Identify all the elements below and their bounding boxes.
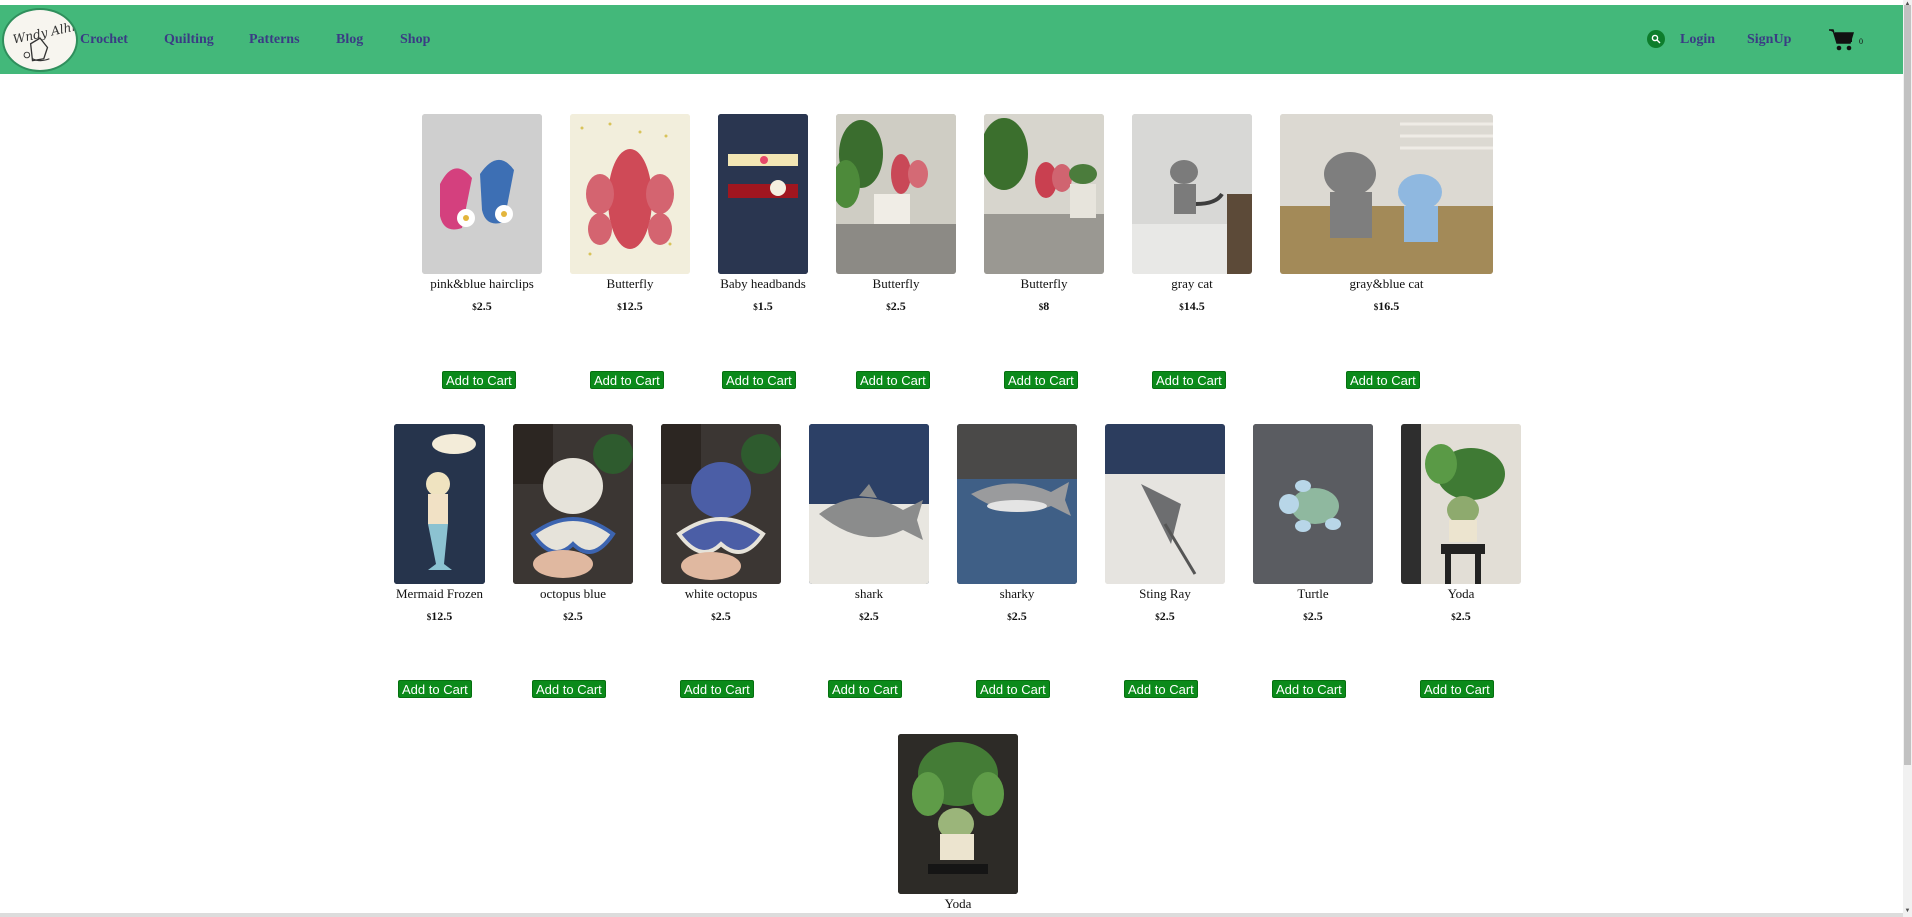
product-price: $2.5 — [1303, 609, 1323, 623]
vertical-scrollbar[interactable]: ▲ ▼ — [1903, 0, 1912, 917]
cart-icon[interactable] — [1828, 27, 1856, 53]
stingray-photo[interactable] — [1105, 424, 1225, 584]
add-to-cart-button[interactable]: Add to Cart — [398, 680, 472, 698]
yoda-large-photo[interactable] — [898, 734, 1018, 894]
login-link[interactable]: Login — [1680, 32, 1715, 48]
product-price: $16.5 — [1373, 299, 1400, 313]
add-to-cart-button[interactable]: Add to Cart — [1420, 680, 1494, 698]
signup-link[interactable]: SignUp — [1747, 32, 1791, 48]
nav-quilting[interactable]: Quilting — [164, 32, 214, 48]
butterfly-shelf-photo[interactable] — [984, 114, 1104, 274]
product-price: $14.5 — [1179, 299, 1205, 313]
shark-photo[interactable] — [809, 424, 929, 584]
cats-photo[interactable] — [1280, 114, 1493, 274]
product-price: $12.5 — [426, 609, 453, 623]
gray-cat-photo[interactable] — [1132, 114, 1252, 274]
add-to-cart-button[interactable]: Add to Cart — [856, 371, 930, 389]
product-price: $2.5 — [563, 609, 583, 623]
search-icon[interactable] — [1647, 30, 1665, 48]
octopus-blue-photo[interactable] — [661, 424, 781, 584]
add-to-cart-button[interactable]: Add to Cart — [1152, 371, 1226, 389]
add-to-cart-button[interactable]: Add to Cart — [1004, 371, 1078, 389]
add-to-cart-button[interactable]: Add to Cart — [532, 680, 606, 698]
yoda-photo[interactable] — [1401, 424, 1521, 584]
horizontal-divider — [0, 913, 1903, 917]
turtle-photo[interactable] — [1253, 424, 1373, 584]
sharky-photo[interactable] — [957, 424, 1077, 584]
add-to-cart-button[interactable]: Add to Cart — [680, 680, 754, 698]
top-navbar: Wndy Alhr Crochet Quilting Patterns Blog… — [0, 5, 1903, 74]
product-price: $12.5 — [617, 299, 643, 313]
product-price: $2.5 — [1007, 609, 1027, 623]
product-price: $8 — [1038, 299, 1050, 313]
scroll-down-icon[interactable]: ▼ — [1903, 907, 1912, 915]
product-name: Yoda — [1447, 586, 1475, 601]
add-to-cart-button[interactable]: Add to Cart — [722, 371, 796, 389]
add-to-cart-button[interactable]: Add to Cart — [828, 680, 902, 698]
product-price: $2.5 — [1451, 609, 1471, 623]
mermaid-photo[interactable] — [394, 424, 485, 584]
product-price: $1.5 — [753, 299, 773, 313]
add-to-cart-button[interactable]: Add to Cart — [590, 371, 664, 389]
product-price: $2.5 — [886, 299, 906, 313]
product-price: $2.5 — [1155, 609, 1175, 623]
nav-patterns[interactable]: Patterns — [249, 32, 300, 48]
product-price: $2.5 — [472, 299, 492, 313]
add-to-cart-button[interactable]: Add to Cart — [1272, 680, 1346, 698]
nav-shop[interactable]: Shop — [400, 32, 430, 48]
cart-count: 0 — [1859, 37, 1863, 46]
product-name: Yoda — [944, 896, 972, 911]
product-price: $2.5 — [711, 609, 731, 623]
nav-blog[interactable]: Blog — [336, 32, 363, 48]
add-to-cart-button[interactable]: Add to Cart — [1346, 371, 1420, 389]
butterfly-plant-photo[interactable] — [836, 114, 956, 274]
add-to-cart-button[interactable]: Add to Cart — [442, 371, 516, 389]
add-to-cart-button[interactable]: Add to Cart — [976, 680, 1050, 698]
scrollbar-thumb[interactable] — [1904, 5, 1911, 765]
butterfly-photo[interactable] — [570, 114, 690, 274]
product-name: gray&blue cat — [1349, 276, 1424, 291]
product-price: $2.5 — [859, 609, 879, 623]
nav-crochet[interactable]: Crochet — [80, 32, 128, 48]
headbands-photo[interactable] — [718, 114, 808, 274]
add-to-cart-button[interactable]: Add to Cart — [1124, 680, 1198, 698]
brand-logo[interactable]: Wndy Alhr — [2, 8, 78, 72]
hairclips-photo[interactable] — [422, 114, 542, 274]
octopus-white-photo[interactable] — [513, 424, 633, 584]
